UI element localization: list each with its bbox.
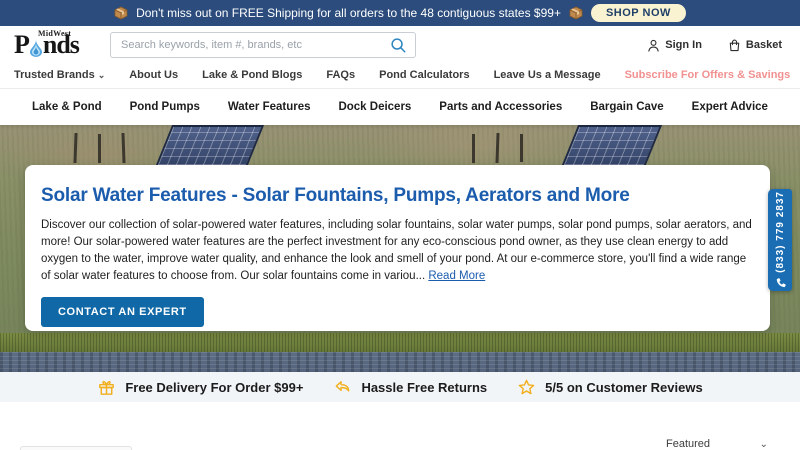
shop-now-button[interactable]: SHOP NOW bbox=[590, 4, 686, 22]
feature-free-delivery: Free Delivery For Order $99+ bbox=[97, 378, 303, 397]
nav-water-features[interactable]: Water Features bbox=[228, 101, 311, 113]
gift-box-icon bbox=[97, 378, 116, 397]
search-input[interactable] bbox=[110, 32, 416, 58]
user-icon bbox=[647, 39, 660, 52]
sort-dropdown[interactable]: Featured ⌄ bbox=[666, 438, 768, 450]
nav-subscribe-offers[interactable]: Subscribe For Offers & Savings bbox=[625, 69, 791, 81]
fence-post bbox=[98, 134, 101, 163]
package-icon bbox=[114, 6, 128, 20]
water-drop-icon bbox=[29, 40, 42, 57]
feature-label: 5/5 on Customer Reviews bbox=[545, 379, 703, 395]
description-text: Discover our collection of solar-powered… bbox=[41, 219, 752, 283]
nav-faqs[interactable]: FAQs bbox=[326, 69, 355, 81]
nav-bargain-cave[interactable]: Bargain Cave bbox=[590, 101, 664, 113]
fence-post bbox=[472, 134, 475, 163]
basket-label: Basket bbox=[745, 39, 782, 51]
feature-label: Free Delivery For Order $99+ bbox=[125, 379, 304, 395]
package-icon bbox=[569, 6, 583, 20]
main-nav: Lake & Pond Pond Pumps Water Features Do… bbox=[0, 88, 800, 125]
basket-link[interactable]: Basket bbox=[728, 39, 782, 52]
page-title: Solar Water Features - Solar Fountains, … bbox=[41, 185, 630, 206]
nav-pond-pumps[interactable]: Pond Pumps bbox=[130, 101, 200, 113]
value-props-bar: Free Delivery For Order $99+ Hassle Free… bbox=[0, 372, 800, 402]
announcement-text: Don't miss out on FREE Shipping for all … bbox=[136, 6, 561, 20]
search-submit-button[interactable] bbox=[390, 35, 412, 55]
logo-region-label: MidWest bbox=[38, 29, 72, 38]
star-icon bbox=[517, 378, 536, 397]
secondary-nav: Trusted Brands ⌄ About Us Lake & Pond Blo… bbox=[0, 64, 800, 88]
sign-in-link[interactable]: Sign In bbox=[647, 39, 702, 52]
product-card[interactable] bbox=[20, 446, 132, 450]
phone-number: (833) 779 2837 bbox=[774, 190, 786, 273]
hero-section: Solar Water Features - Solar Fountains, … bbox=[0, 125, 800, 372]
pond-water bbox=[0, 352, 800, 372]
nav-lake-and-pond[interactable]: Lake & Pond bbox=[32, 101, 102, 113]
call-us-tab[interactable]: (833) 779 2837 bbox=[768, 189, 792, 291]
basket-icon bbox=[728, 39, 741, 52]
feature-customer-reviews: 5/5 on Customer Reviews bbox=[517, 378, 703, 397]
logo-prefix: P bbox=[14, 30, 30, 59]
sign-in-label: Sign In bbox=[665, 39, 702, 51]
store-logo[interactable]: P nds MidWest bbox=[14, 29, 96, 59]
category-description: Discover our collection of solar-powered… bbox=[41, 217, 754, 285]
fence-post bbox=[121, 132, 126, 164]
announcement-banner: Don't miss out on FREE Shipping for all … bbox=[0, 0, 800, 26]
nav-leave-message[interactable]: Leave Us a Message bbox=[494, 69, 601, 81]
return-arrow-icon bbox=[333, 378, 352, 397]
nav-pond-calculators[interactable]: Pond Calculators bbox=[379, 69, 469, 81]
nav-about-us[interactable]: About Us bbox=[129, 69, 178, 81]
nav-label: Trusted Brands bbox=[14, 69, 95, 81]
search-bar bbox=[110, 32, 416, 58]
fence-post bbox=[73, 132, 78, 164]
fence-post bbox=[495, 132, 500, 164]
nav-dock-deicers[interactable]: Dock Deicers bbox=[338, 101, 411, 113]
category-intro-card: Solar Water Features - Solar Fountains, … bbox=[25, 165, 770, 331]
pond-grass bbox=[0, 333, 800, 352]
sort-selected-label: Featured bbox=[666, 438, 711, 450]
product-listing-top: Featured ⌄ bbox=[0, 402, 800, 450]
chevron-down-icon: ⌄ bbox=[97, 69, 106, 80]
nav-lake-pond-blogs[interactable]: Lake & Pond Blogs bbox=[202, 69, 302, 81]
site-header: P nds MidWest Sign In Basket bbox=[0, 26, 800, 64]
nav-expert-advice[interactable]: Expert Advice bbox=[692, 101, 768, 113]
read-more-link[interactable]: Read More bbox=[428, 270, 485, 282]
nav-parts-accessories[interactable]: Parts and Accessories bbox=[439, 101, 562, 113]
fence-post bbox=[520, 134, 523, 162]
feature-hassle-free-returns: Hassle Free Returns bbox=[333, 378, 487, 397]
solar-water-features-page: { "announcement": { "text": "Don't miss … bbox=[0, 0, 800, 450]
feature-label: Hassle Free Returns bbox=[361, 379, 488, 395]
nav-trusted-brands[interactable]: Trusted Brands ⌄ bbox=[14, 69, 105, 81]
contact-expert-button[interactable]: CONTACT AN EXPERT bbox=[41, 297, 204, 328]
phone-icon bbox=[775, 278, 786, 289]
chevron-down-icon: ⌄ bbox=[759, 438, 768, 450]
